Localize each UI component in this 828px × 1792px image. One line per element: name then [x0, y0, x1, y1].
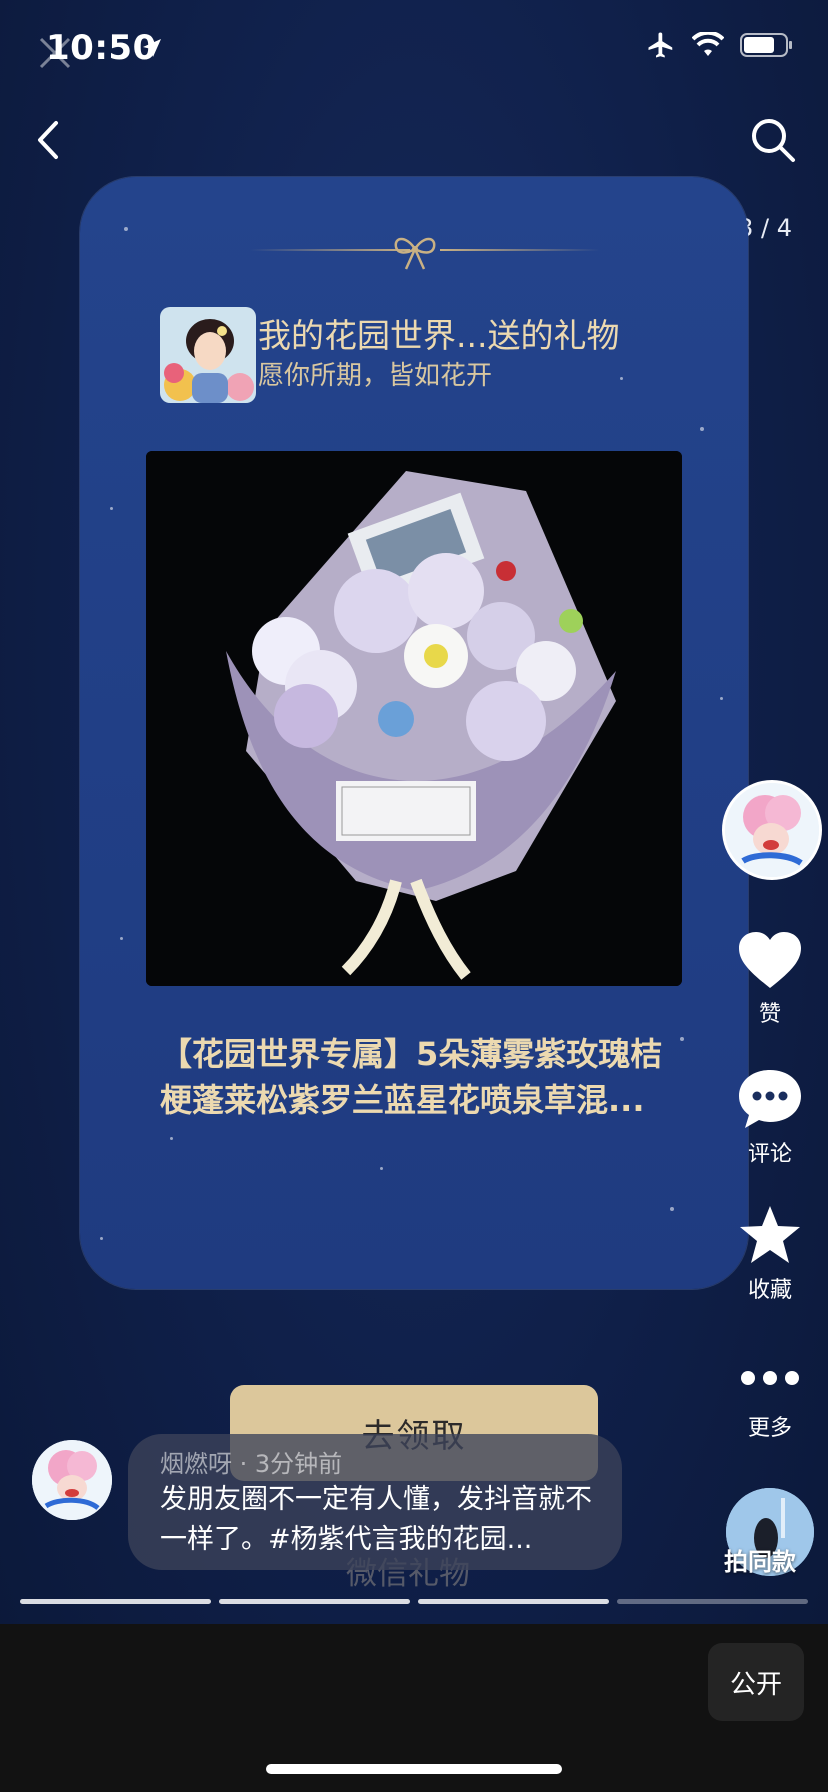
progress-segment: [20, 1599, 211, 1604]
progress-segment: [418, 1599, 609, 1604]
like-label: 赞: [758, 1002, 781, 1027]
sender-subtitle: 愿你所期，皆如花开: [258, 361, 493, 391]
airplane-icon: [648, 32, 673, 58]
location-arrow-icon: [143, 39, 161, 57]
product-name[interactable]: 【花园世界专属】5朵薄雾紫玫瑰桔梗蓬莱松紫罗兰蓝星花喷泉草混...: [160, 1031, 680, 1123]
close-icon[interactable]: [38, 36, 72, 70]
search-icon[interactable]: [748, 115, 798, 165]
same-style-label[interactable]: 拍同款: [724, 1542, 796, 1577]
public-button[interactable]: 公开: [708, 1643, 804, 1721]
gift-card[interactable]: 我的花园世界...送的礼物 愿你所期，皆如花开 【花园世界专属】5朵薄雾紫玫瑰桔…: [80, 177, 748, 1289]
comment-meta: 烟燃呀 · 3分钟前: [160, 1450, 343, 1478]
comment-bubble-icon: [739, 1070, 801, 1128]
divider-left: [250, 249, 410, 251]
like-button[interactable]: 赞: [715, 930, 825, 1028]
status-icons: [646, 30, 794, 60]
comment-button[interactable]: 评论: [715, 1068, 825, 1168]
creator-avatar[interactable]: [722, 780, 822, 880]
collect-label: 收藏: [747, 1278, 792, 1303]
divider-right: [440, 249, 600, 251]
sender-avatar: [160, 307, 256, 403]
more-label: 更多: [747, 1416, 792, 1441]
more-button[interactable]: 更多: [715, 1368, 825, 1442]
sender-title: 我的花园世界...送的礼物: [258, 316, 620, 355]
home-indicator[interactable]: [266, 1764, 562, 1774]
star-icon: [740, 1206, 800, 1263]
more-dots-icon: [741, 1371, 799, 1385]
progress-segment: [219, 1599, 410, 1604]
heart-icon: [739, 932, 801, 988]
product-image[interactable]: [146, 451, 682, 986]
bow-icon: [394, 237, 436, 270]
comment-text: 发朋友圈不一定有人懂，发抖音就不一样了。#杨紫代言我的花园...: [160, 1484, 592, 1555]
progress-segment: [617, 1599, 808, 1604]
collect-button[interactable]: 收藏: [715, 1204, 825, 1304]
comment-label: 评论: [747, 1142, 792, 1167]
battery-icon: [740, 33, 792, 57]
back-arrow-icon[interactable]: [28, 115, 68, 165]
wifi-icon: [692, 32, 724, 56]
commenter-avatar[interactable]: [32, 1440, 112, 1520]
story-progress: [20, 1599, 808, 1604]
